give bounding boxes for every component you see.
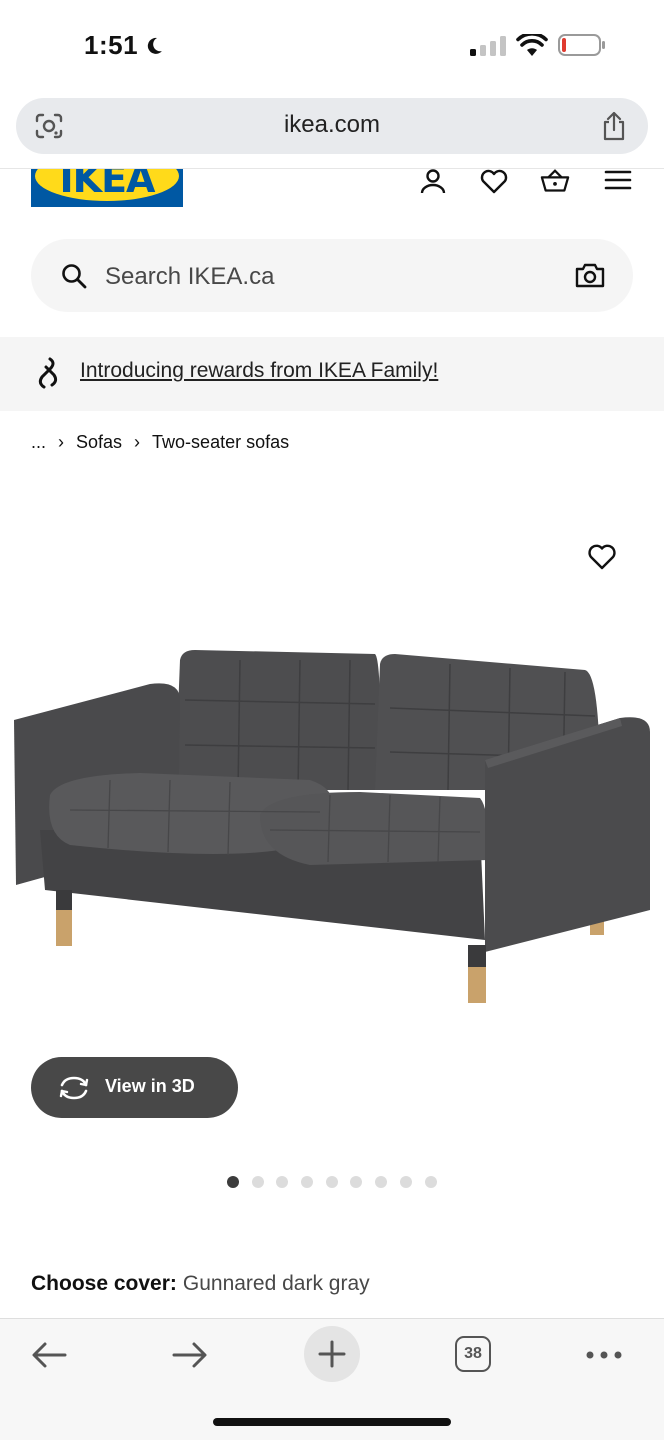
- basket-icon[interactable]: [540, 169, 570, 195]
- forward-arrow-icon[interactable]: [170, 1335, 210, 1375]
- url-text: ikea.com: [283, 111, 381, 138]
- carousel-dot[interactable]: [350, 1176, 363, 1188]
- breadcrumb: ... › Sofas › Two-seater sofas: [31, 432, 289, 453]
- carousel-dots: [227, 1176, 449, 1190]
- carousel-dot[interactable]: [227, 1176, 239, 1188]
- family-link-icon: [38, 357, 58, 389]
- breadcrumb-item-sofas[interactable]: Sofas: [76, 432, 122, 453]
- search-icon: [62, 264, 87, 289]
- rotate-3d-icon: [59, 1076, 89, 1100]
- view-in-3d-button[interactable]: View in 3D: [31, 1057, 238, 1118]
- search-placeholder: Search IKEA.ca: [105, 263, 275, 290]
- status-bar: 1:51: [0, 0, 664, 92]
- carousel-dot[interactable]: [276, 1176, 289, 1188]
- tabs-icon[interactable]: 38: [455, 1336, 491, 1372]
- carousel-dot[interactable]: [399, 1176, 412, 1188]
- wishlist-icon[interactable]: [479, 169, 509, 195]
- chevron-right-icon: ›: [58, 432, 65, 452]
- more-icon[interactable]: [584, 1335, 624, 1375]
- product-image[interactable]: [10, 640, 654, 1020]
- share-icon[interactable]: [600, 110, 628, 142]
- choose-cover[interactable]: Choose cover: Gunnared dark gray: [31, 1272, 370, 1296]
- sofa-leg: [56, 910, 72, 946]
- view-in-3d-label: View in 3D: [105, 1076, 195, 1096]
- chevron-right-icon: ›: [134, 432, 141, 452]
- moon-icon: [147, 37, 162, 54]
- new-tab-button[interactable]: [304, 1326, 360, 1382]
- promo-link[interactable]: Introducing rewards from IKEA Family!: [80, 359, 438, 383]
- home-indicator: [213, 1418, 451, 1426]
- breadcrumb-item-two-seater[interactable]: Two-seater sofas: [152, 432, 289, 453]
- ikea-logo[interactable]: IKEA: [31, 168, 183, 207]
- cover-value: Gunnared dark gray: [182, 1272, 370, 1295]
- menu-icon[interactable]: [603, 169, 633, 195]
- carousel-dot[interactable]: [375, 1176, 388, 1188]
- signal-icon: [470, 36, 506, 56]
- breadcrumb-ellipsis[interactable]: ...: [31, 432, 46, 453]
- back-arrow-icon[interactable]: [29, 1335, 69, 1375]
- choose-cover-label: Choose cover:: [31, 1272, 177, 1295]
- wifi-icon: [516, 34, 548, 56]
- logo-text: IKEA: [59, 168, 156, 201]
- new-tab-icon: [318, 1340, 346, 1368]
- site-header: IKEA: [0, 168, 664, 228]
- search-input[interactable]: Search IKEA.ca: [31, 239, 633, 312]
- heart-icon[interactable]: [587, 543, 617, 571]
- battery-icon: [558, 34, 605, 56]
- logo-oval: IKEA: [35, 168, 179, 201]
- carousel-dot[interactable]: [424, 1176, 437, 1188]
- account-icon[interactable]: [418, 169, 448, 195]
- promo-banner: Introducing rewards from IKEA Family!: [0, 337, 664, 411]
- sofa-leg: [468, 967, 486, 1003]
- address-bar[interactable]: ikea.com: [16, 98, 648, 154]
- carousel-dot[interactable]: [325, 1176, 338, 1188]
- sofa-cushion-right: [260, 792, 489, 865]
- carousel-dot[interactable]: [251, 1176, 264, 1188]
- status-time: 1:51: [84, 30, 139, 60]
- camera-icon[interactable]: [575, 262, 605, 288]
- carousel-dot[interactable]: [301, 1176, 314, 1188]
